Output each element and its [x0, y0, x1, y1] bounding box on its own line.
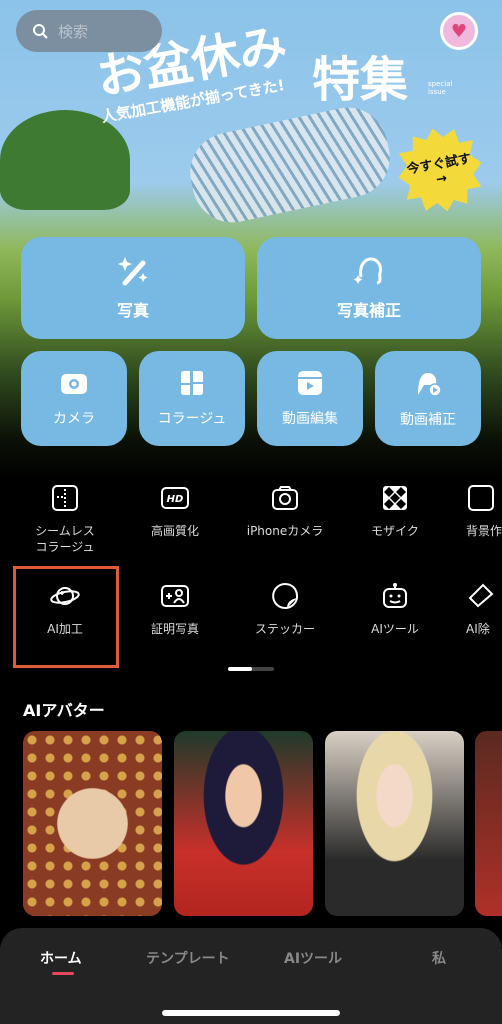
tool-camera-outline[interactable]: iPhoneカメラ: [230, 483, 340, 539]
magic-wand-icon: [118, 257, 148, 286]
tool-sticker[interactable]: ステッカー: [230, 581, 340, 637]
search-placeholder: 検索: [58, 22, 89, 41]
tab-templates[interactable]: テンプレート: [146, 948, 230, 968]
try-now-button[interactable]: 今すぐ試す →: [391, 121, 488, 218]
arrow-icon: →: [434, 171, 449, 188]
section-title: AIアバター: [23, 701, 105, 720]
collage-label: コラージュ: [157, 410, 227, 427]
tool-seamless-collage[interactable]: シームレス コラージュ: [10, 483, 120, 555]
tool-label: 背景作: [466, 524, 502, 538]
hd-icon: HD: [161, 487, 189, 509]
search-input[interactable]: 検索: [16, 10, 162, 52]
camera-icon: [61, 373, 87, 394]
tool-label: iPhoneカメラ: [246, 524, 324, 538]
video-retouch-icon: [418, 372, 442, 397]
avatar-card[interactable]: [475, 731, 502, 916]
robot-icon: [383, 583, 407, 608]
active-tab-indicator: [52, 972, 74, 975]
tool-mosaic[interactable]: モザイク: [340, 483, 450, 539]
page-indicator[interactable]: [228, 667, 274, 671]
tool-label: 証明写真: [150, 622, 199, 636]
tab-bar: ホーム テンプレート AIツール 私: [0, 928, 502, 1024]
highlight-box: [13, 566, 119, 668]
tool-label: ステッカー: [254, 622, 315, 636]
eraser-icon: [468, 583, 494, 608]
tab-ai-tools[interactable]: AIツール: [284, 948, 342, 968]
video-retouch-button[interactable]: 動画補正: [375, 351, 481, 446]
collage-button[interactable]: コラージュ: [139, 351, 245, 446]
heart-icon[interactable]: ♥: [440, 12, 478, 50]
tool-label: モザイク: [371, 524, 419, 538]
photo-retouch-button[interactable]: 写真補正: [257, 237, 481, 339]
tab-me[interactable]: 私: [432, 948, 446, 968]
video-edit-icon: [298, 370, 322, 395]
banner-special: special issue: [428, 80, 453, 96]
camera-outline-icon: [272, 486, 298, 510]
avatar-card[interactable]: [325, 731, 464, 916]
tool-eraser[interactable]: AI除: [466, 581, 502, 637]
svg-text:HD: HD: [167, 494, 184, 505]
camera-button[interactable]: カメラ: [21, 351, 127, 446]
tool-label: 高画質化: [150, 524, 199, 538]
camera-label: カメラ: [53, 410, 95, 427]
tool-label: AIツール: [371, 622, 419, 636]
video-edit-label: 動画編集: [282, 410, 338, 427]
tool-robot[interactable]: AIツール: [340, 581, 450, 637]
banner-title-2: 特集: [312, 52, 409, 108]
video-edit-button[interactable]: 動画編集: [257, 351, 363, 446]
collage-icon: [181, 370, 203, 395]
tab-home[interactable]: ホーム: [40, 948, 82, 968]
tool-label: シームレス コラージュ: [35, 524, 95, 554]
search-icon: [33, 24, 48, 39]
video-retouch-label: 動画補正: [400, 411, 456, 428]
id-photo-icon: [161, 585, 189, 607]
photo-button[interactable]: 写真: [21, 237, 245, 339]
sticker-icon: [272, 582, 298, 609]
tool-id-photo[interactable]: 証明写真: [120, 581, 230, 637]
banner-photo: [182, 100, 398, 230]
background-icon: [468, 485, 494, 511]
avatar-card[interactable]: [174, 731, 313, 916]
tool-hd[interactable]: HD 高画質化: [120, 483, 230, 539]
photo-label: 写真: [116, 301, 149, 320]
seamless-collage-icon: [52, 485, 78, 511]
home-indicator: [162, 1010, 340, 1016]
photo-retouch-label: 写真補正: [336, 301, 401, 320]
tool-background[interactable]: 背景作: [466, 483, 502, 539]
face-retouch-icon: [353, 257, 382, 285]
tool-label: AI除: [466, 622, 490, 636]
avatar-card[interactable]: [23, 731, 162, 916]
mosaic-icon: [383, 486, 407, 510]
